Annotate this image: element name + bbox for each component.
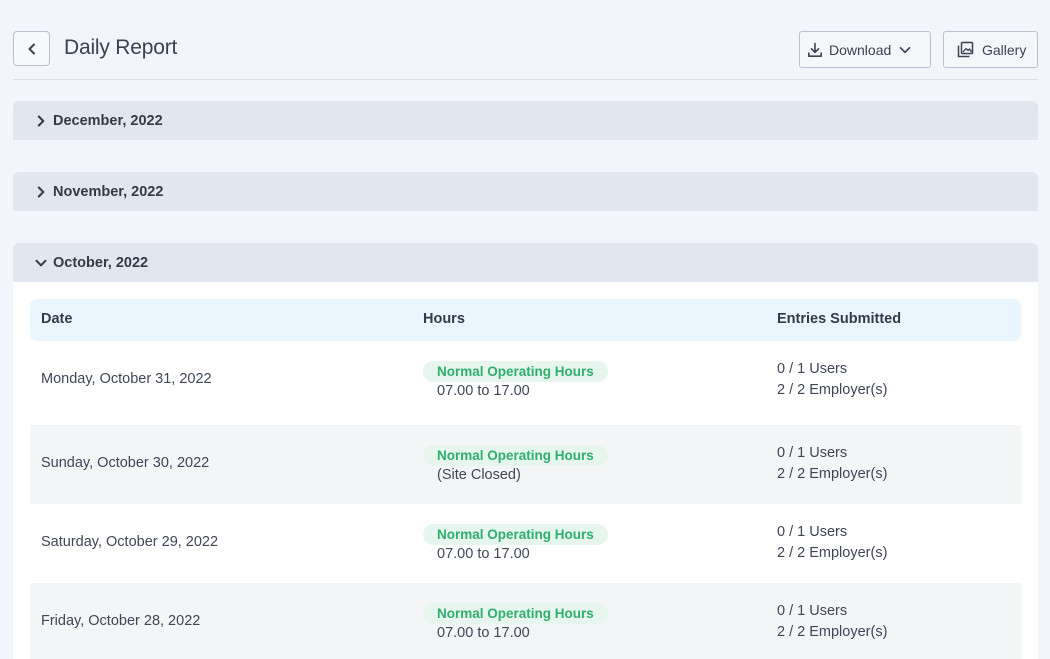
row-date: Saturday, October 29, 2022 bbox=[41, 534, 219, 550]
month-header-november-2022[interactable]: November, 2022 bbox=[13, 172, 1038, 211]
table-row[interactable]: Saturday, October 29, 2022 Normal Operat… bbox=[30, 504, 1021, 583]
row-users: 0 / 1 Users bbox=[777, 445, 848, 461]
october-report-panel: Date Hours Entries Submitted Monday, Oct… bbox=[13, 282, 1038, 659]
page-header: Daily Report Download Gallery bbox=[13, 30, 1038, 80]
status-badge: Normal Operating Hours bbox=[423, 603, 608, 624]
row-hours: (Site Closed) bbox=[437, 467, 521, 483]
chevron-right-icon bbox=[37, 186, 45, 197]
row-employers: 2 / 2 Employer(s) bbox=[777, 466, 888, 482]
row-employers: 2 / 2 Employer(s) bbox=[777, 545, 888, 561]
row-date: Monday, October 31, 2022 bbox=[41, 371, 212, 387]
row-hours: 07.00 to 17.00 bbox=[437, 625, 530, 641]
chevron-right-icon bbox=[37, 115, 45, 126]
status-badge: Normal Operating Hours bbox=[423, 445, 608, 466]
month-header-october-2022[interactable]: October, 2022 bbox=[13, 243, 1038, 282]
row-users: 0 / 1 Users bbox=[777, 361, 848, 377]
download-icon bbox=[808, 42, 822, 57]
download-button[interactable]: Download bbox=[799, 31, 931, 68]
gallery-icon bbox=[957, 41, 974, 58]
row-date: Sunday, October 30, 2022 bbox=[41, 455, 210, 471]
column-header-date: Date bbox=[41, 311, 73, 327]
chevron-down-icon bbox=[35, 259, 47, 266]
month-label: November, 2022 bbox=[53, 183, 164, 200]
status-badge: Normal Operating Hours bbox=[423, 361, 608, 382]
row-users: 0 / 1 Users bbox=[777, 603, 848, 619]
chevron-down-icon bbox=[899, 46, 911, 53]
table-row[interactable]: Sunday, October 30, 2022 Normal Operatin… bbox=[30, 425, 1021, 504]
table-row[interactable]: Monday, October 31, 2022 Normal Operatin… bbox=[30, 341, 1021, 420]
month-header-december-2022[interactable]: December, 2022 bbox=[13, 101, 1038, 140]
month-label: October, 2022 bbox=[53, 254, 149, 271]
table-header: Date Hours Entries Submitted bbox=[30, 299, 1021, 341]
gallery-label: Gallery bbox=[982, 41, 1027, 58]
column-header-entries: Entries Submitted bbox=[777, 311, 902, 327]
row-users: 0 / 1 Users bbox=[777, 524, 848, 540]
back-button[interactable] bbox=[13, 31, 50, 66]
status-badge: Normal Operating Hours bbox=[423, 524, 608, 545]
chevron-left-icon bbox=[28, 43, 35, 54]
row-employers: 2 / 2 Employer(s) bbox=[777, 382, 888, 398]
gallery-button[interactable]: Gallery bbox=[943, 31, 1038, 68]
page-title: Daily Report bbox=[64, 36, 178, 59]
row-employers: 2 / 2 Employer(s) bbox=[777, 624, 888, 640]
column-header-hours: Hours bbox=[423, 311, 465, 327]
table-row[interactable]: Friday, October 28, 2022 Normal Operatin… bbox=[30, 583, 1021, 659]
row-hours: 07.00 to 17.00 bbox=[437, 383, 530, 399]
row-hours: 07.00 to 17.00 bbox=[437, 546, 530, 562]
row-date: Friday, October 28, 2022 bbox=[41, 613, 201, 629]
download-label: Download bbox=[829, 41, 892, 58]
month-label: December, 2022 bbox=[53, 112, 163, 129]
